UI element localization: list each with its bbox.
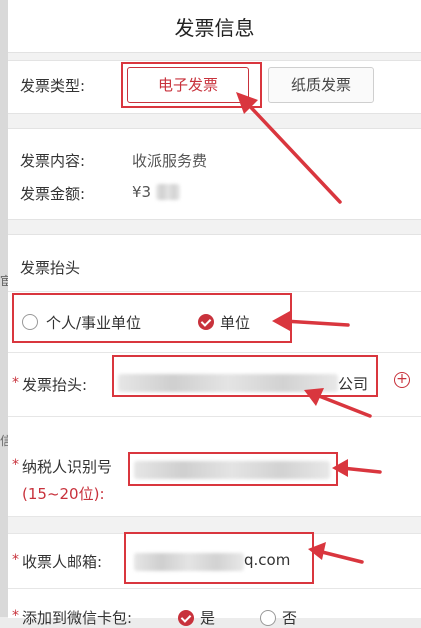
annotation-arrow: [312, 392, 372, 418]
invoice-form-page: 发票信息 发票类型: 电子发票 纸质发票 发票内容: 收派服务费 发票金额: ¥…: [8, 0, 421, 627]
annotation-arrow-head: [308, 542, 326, 560]
annotation-arrow: [242, 98, 342, 204]
annotation-arrow-head: [332, 459, 348, 477]
annotation-arrow: [316, 549, 364, 564]
annotation-arrow: [282, 319, 350, 327]
background-window-edge: 宦 信: [0, 0, 12, 617]
annotation-arrow-head: [272, 311, 290, 331]
annotation-arrows: [236, 92, 382, 564]
